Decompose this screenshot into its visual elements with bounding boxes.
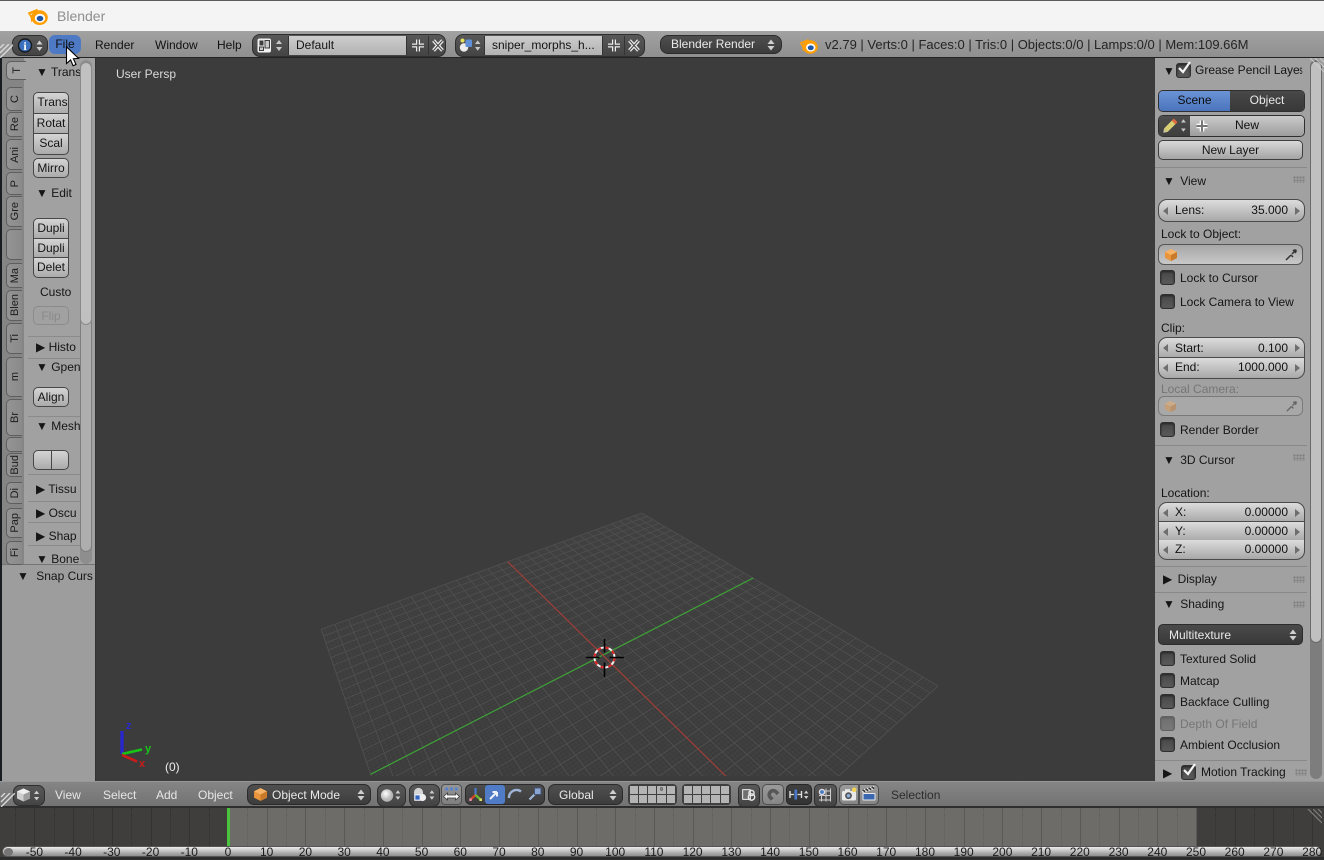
svg-text:z: z [126,720,132,732]
svg-text:x: x [139,758,146,770]
svg-text:y: y [145,743,152,755]
